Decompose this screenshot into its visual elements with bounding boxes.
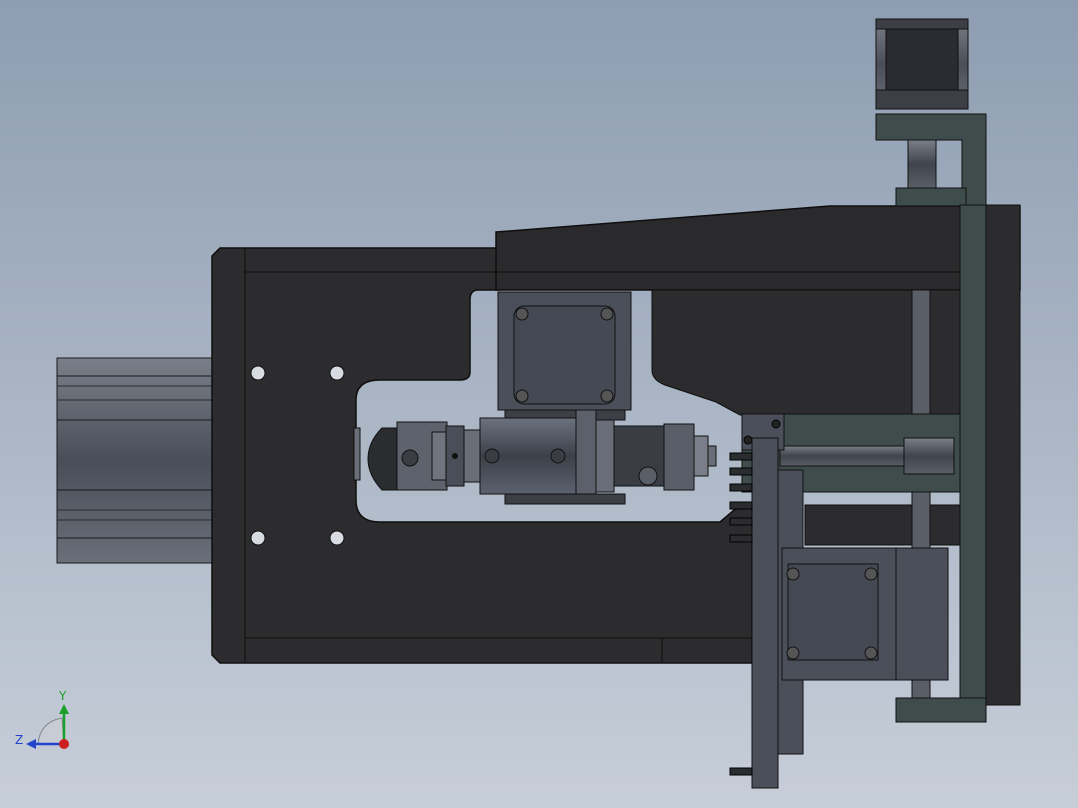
x-axis-origin	[59, 739, 69, 749]
left-servo-motor[interactable]	[56, 357, 215, 564]
cad-viewport[interactable]: Y Z	[0, 0, 1078, 808]
assembly-model[interactable]: Y Z	[0, 0, 1078, 808]
orientation-triad: Y Z	[15, 689, 69, 749]
y-axis-label: Y	[58, 689, 67, 703]
spindle-assembly[interactable]	[353, 409, 717, 505]
top-stepper-motor[interactable]	[875, 18, 969, 189]
z-axis-label: Z	[15, 733, 23, 747]
square-motor-top[interactable]	[497, 291, 632, 421]
